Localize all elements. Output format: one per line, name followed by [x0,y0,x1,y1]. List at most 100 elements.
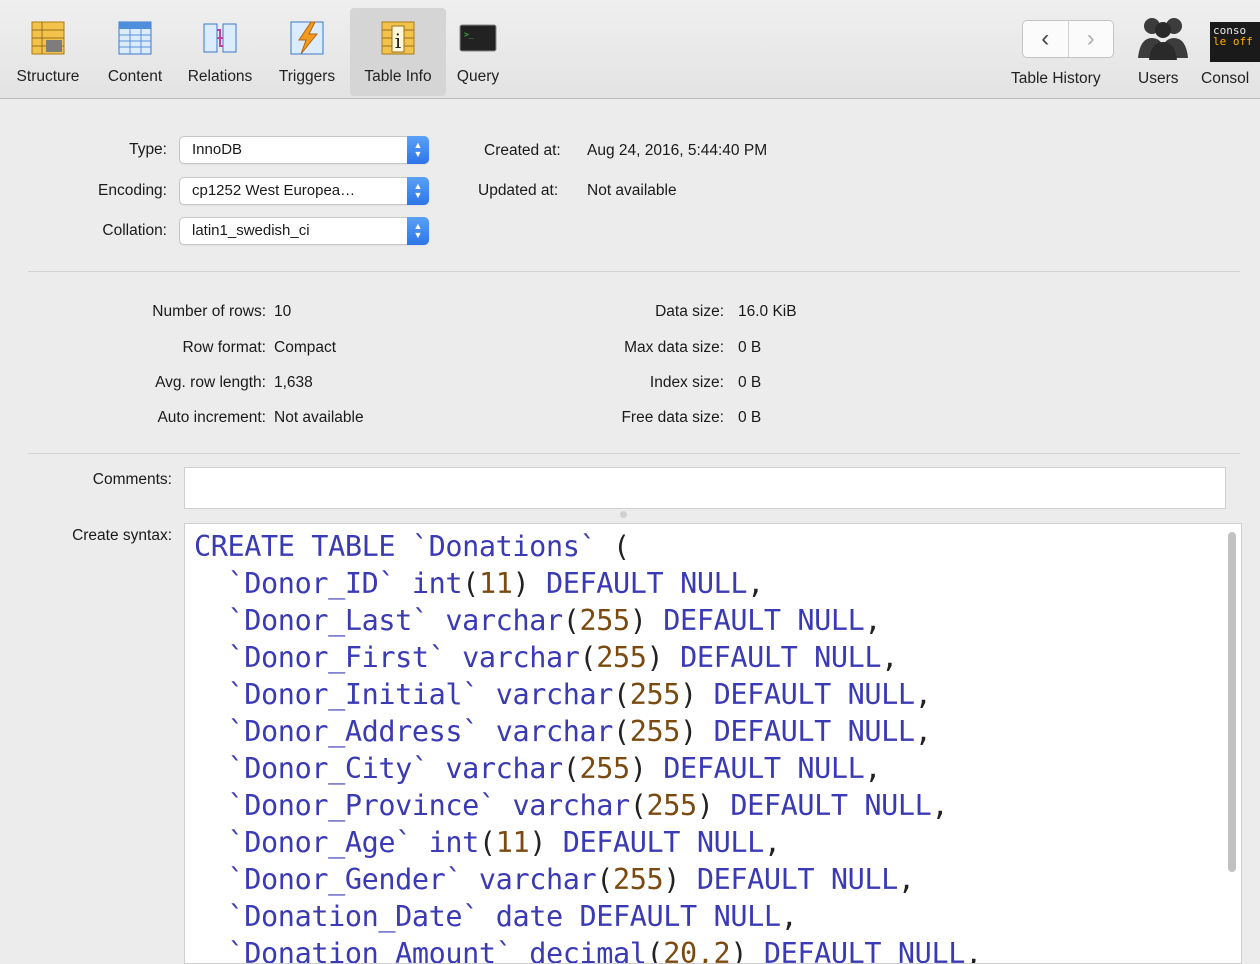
syntax-paren: ) [512,567,530,600]
syntax-comma: , [864,752,882,785]
syntax-paren: ( [478,826,496,859]
auto-increment-value: Not available [274,409,364,426]
vertical-scrollbar[interactable] [1228,532,1236,872]
syntax-keyword: DEFAULT NULL [663,752,865,785]
max-data-size-value: 0 B [738,339,762,356]
syntax-keyword: DEFAULT NULL [579,900,782,933]
back-button[interactable]: ‹ [1023,21,1068,57]
syntax-keyword: DEFAULT NULL [730,789,932,822]
forward-button[interactable]: › [1067,21,1114,57]
syntax-type: varchar [445,604,563,637]
syntax-line: `Donation_Date` date DEFAULT NULL, [194,900,798,933]
syntax-keyword: DEFAULT NULL [680,641,882,674]
syntax-paren: ( [596,863,613,896]
syntax-paren: ( [613,715,630,748]
syntax-comma: , [914,678,932,711]
table-info-icon: i [381,21,415,55]
split-view-handle[interactable] [620,511,627,518]
tab-label: Query [456,68,500,85]
popup-arrows-icon: ▲ ▼ [407,136,429,164]
syntax-paren: ( [562,604,580,637]
syntax-paren: ( [579,641,597,674]
index-size-label: Index size: [649,374,724,391]
syntax-keyword: DEFAULT NULL [713,715,916,748]
syntax-keyword: DEFAULT NULL [763,937,966,964]
created-at-value: Aug 24, 2016, 5:44:40 PM [587,142,768,159]
console-button[interactable]: conso le off Consol [1200,8,1260,96]
syntax-column-name: `Donor_Gender` [227,863,463,896]
encoding-popup[interactable]: cp1252 West Europea… ▲ ▼ [179,177,429,205]
avg-row-length-value: 1,638 [274,374,313,391]
type-value: InnoDB [192,141,243,158]
chevron-right-icon: › [1086,25,1095,52]
syntax-type: decimal [529,937,647,964]
syntax-comma: , [897,863,915,896]
syntax-type: varchar [462,641,580,674]
comments-input[interactable] [184,467,1226,509]
syntax-paren: ) [529,826,546,859]
syntax-number: 255 [629,678,681,711]
syntax-keyword: DEFAULT NULL [696,863,899,896]
syntax-keyword: DEFAULT NULL [713,678,916,711]
syntax-comma: , [747,567,764,600]
syntax-paren: ) [696,789,714,822]
tab-query[interactable]: >_ Query [450,8,506,96]
syntax-line: `Donor_Age` int(11) DEFAULT NULL, [194,826,781,859]
syntax-number: 20,2 [663,937,731,964]
syntax-keyword: CREATE TABLE [194,530,396,563]
syntax-line: `Donor_City` varchar(255) DEFAULT NULL, [194,752,882,785]
syntax-line: `Donor_ID` int(11) DEFAULT NULL, [194,567,765,600]
toolbar: Structure Content Relations Triggers i T… [0,0,1260,99]
console-icon: conso le off [1210,22,1260,62]
syntax-number: 255 [579,752,630,785]
type-label: Type: [129,141,167,158]
collation-label: Collation: [102,222,167,239]
syntax-type: int [411,567,463,600]
chevron-left-icon: ‹ [1041,25,1050,52]
collation-popup[interactable]: latin1_swedish_ci ▲ ▼ [179,217,429,245]
row-format-label: Row format: [182,339,266,356]
free-data-size-value: 0 B [738,409,762,426]
syntax-paren: ) [680,715,697,748]
history-nav-control: ‹ › [1022,20,1114,58]
syntax-paren: ( [612,530,630,563]
popup-arrows-icon: ▲ ▼ [407,217,429,245]
tab-triggers[interactable]: Triggers [268,8,346,96]
updated-at-value: Not available [587,182,677,199]
data-size-label: Data size: [655,303,724,320]
tab-relations[interactable]: Relations [178,8,262,96]
syntax-line: `Donor_Province` varchar(255) DEFAULT NU… [194,789,949,822]
encoding-label: Encoding: [98,182,167,199]
free-data-size-label: Free data size: [621,409,724,426]
relations-icon [203,23,237,53]
tab-table-info[interactable]: i Table Info [350,8,446,96]
syntax-line: `Donor_Initial` varchar(255) DEFAULT NUL… [194,678,932,711]
tab-label: Structure [16,68,80,85]
syntax-line: `Donor_First` varchar(255) DEFAULT NULL, [194,641,899,674]
divider [28,271,1240,272]
syntax-line: `Donor_Address` varchar(255) DEFAULT NUL… [194,715,932,748]
collation-value: latin1_swedish_ci [192,222,310,239]
tab-content[interactable]: Content [98,8,172,96]
syntax-column-name: `Donor_Province` [227,789,497,822]
content-icon [118,21,152,55]
type-popup[interactable]: InnoDB ▲ ▼ [179,136,429,164]
syntax-table-name: `Donations` [411,530,597,563]
encoding-value: cp1252 West Europea… [192,182,356,199]
syntax-column-name: `Donor_Initial` [227,678,480,711]
syntax-paren: ) [680,678,697,711]
syntax-paren: ) [646,641,664,674]
auto-increment-label: Auto increment: [157,409,266,426]
create-syntax-code: CREATE TABLE `Donations` ( `Donor_ID` in… [194,528,983,964]
users-button[interactable]: Users [1132,8,1194,96]
syntax-comma: , [964,937,982,964]
tab-label: Table Info [364,68,432,85]
syntax-type: varchar [495,715,614,748]
syntax-lines: `Donor_ID` int(11) DEFAULT NULL, `Donor_… [194,567,983,964]
create-syntax-textview[interactable]: CREATE TABLE `Donations` ( `Donor_ID` in… [184,523,1242,964]
tab-label: Content [107,68,163,85]
tab-structure[interactable]: Structure [6,8,90,96]
syntax-number: 11 [495,826,530,859]
syntax-keyword: DEFAULT NULL [562,826,765,859]
syntax-paren: ( [562,752,580,785]
